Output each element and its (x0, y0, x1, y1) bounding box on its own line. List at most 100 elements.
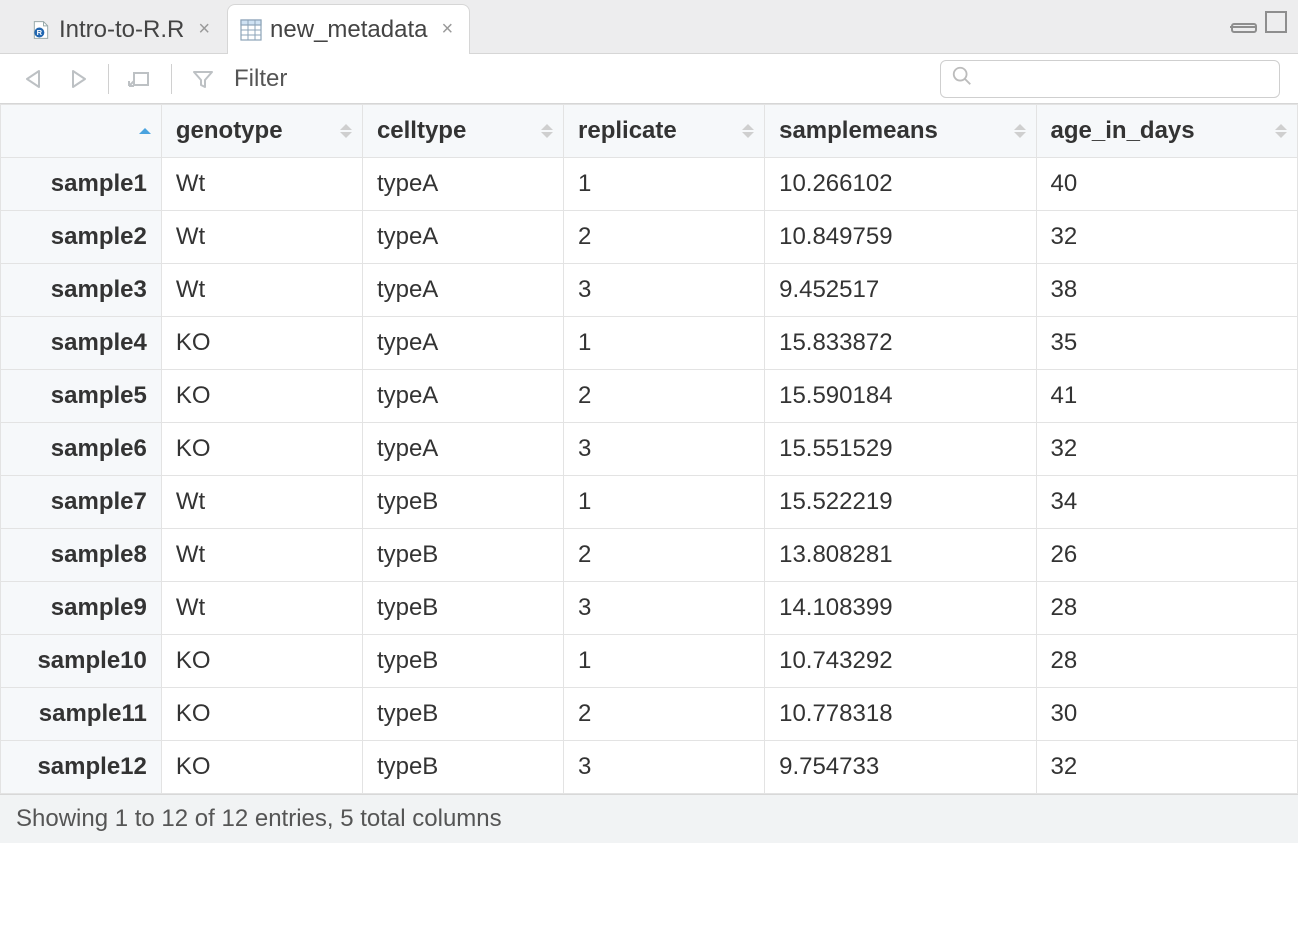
table-cell[interactable]: typeB (362, 635, 563, 688)
table-row[interactable]: sample4KOtypeA115.83387235 (1, 317, 1298, 370)
table-cell[interactable]: 10.849759 (765, 211, 1036, 264)
table-cell[interactable]: typeB (362, 582, 563, 635)
table-cell[interactable]: 2 (564, 211, 765, 264)
table-cell[interactable]: 30 (1036, 688, 1297, 741)
table-cell[interactable]: 28 (1036, 582, 1297, 635)
table-row[interactable]: sample10KOtypeB110.74329228 (1, 635, 1298, 688)
table-cell[interactable]: Wt (161, 211, 362, 264)
table-cell[interactable]: 10.778318 (765, 688, 1036, 741)
table-cell[interactable]: 32 (1036, 211, 1297, 264)
table-row[interactable]: sample9WttypeB314.10839928 (1, 582, 1298, 635)
table-cell[interactable]: 40 (1036, 158, 1297, 211)
close-icon[interactable]: × (442, 18, 454, 41)
row-name[interactable]: sample10 (1, 635, 162, 688)
maximize-pane-icon[interactable] (1264, 10, 1288, 40)
table-cell[interactable]: 10.743292 (765, 635, 1036, 688)
table-cell[interactable]: KO (161, 688, 362, 741)
table-cell[interactable]: 38 (1036, 264, 1297, 317)
table-cell[interactable]: 2 (564, 688, 765, 741)
table-cell[interactable]: 14.108399 (765, 582, 1036, 635)
table-cell[interactable]: typeA (362, 158, 563, 211)
filter-icon[interactable] (186, 63, 220, 95)
table-cell[interactable]: 34 (1036, 476, 1297, 529)
nav-back-button[interactable] (18, 63, 52, 95)
table-cell[interactable]: KO (161, 635, 362, 688)
table-cell[interactable]: KO (161, 317, 362, 370)
table-cell[interactable]: 2 (564, 529, 765, 582)
table-row[interactable]: sample7WttypeB115.52221934 (1, 476, 1298, 529)
filter-label[interactable]: Filter (234, 65, 287, 93)
table-cell[interactable]: KO (161, 370, 362, 423)
table-cell[interactable]: typeA (362, 264, 563, 317)
tab-intro-to-r[interactable]: R Intro-to-R.R × (18, 4, 227, 54)
table-cell[interactable]: typeA (362, 211, 563, 264)
column-header-celltype[interactable]: celltype (362, 105, 563, 158)
table-cell[interactable]: Wt (161, 158, 362, 211)
table-cell[interactable]: Wt (161, 264, 362, 317)
table-cell[interactable]: typeB (362, 688, 563, 741)
search-input[interactable] (981, 66, 1269, 91)
column-header-samplemeans[interactable]: samplemeans (765, 105, 1036, 158)
table-cell[interactable]: 32 (1036, 423, 1297, 476)
row-name[interactable]: sample6 (1, 423, 162, 476)
table-row[interactable]: sample8WttypeB213.80828126 (1, 529, 1298, 582)
table-cell[interactable]: Wt (161, 476, 362, 529)
table-row[interactable]: sample2WttypeA210.84975932 (1, 211, 1298, 264)
row-name[interactable]: sample4 (1, 317, 162, 370)
table-cell[interactable]: 32 (1036, 741, 1297, 794)
table-cell[interactable]: 3 (564, 423, 765, 476)
table-cell[interactable]: typeB (362, 529, 563, 582)
table-cell[interactable]: typeA (362, 423, 563, 476)
tab-new-metadata[interactable]: new_metadata × (227, 4, 470, 54)
table-row[interactable]: sample3WttypeA39.45251738 (1, 264, 1298, 317)
table-cell[interactable]: typeB (362, 741, 563, 794)
column-header-age-in-days[interactable]: age_in_days (1036, 105, 1297, 158)
row-name[interactable]: sample9 (1, 582, 162, 635)
table-row[interactable]: sample5KOtypeA215.59018441 (1, 370, 1298, 423)
search-box[interactable] (940, 60, 1280, 98)
table-cell[interactable]: 1 (564, 317, 765, 370)
minimize-pane-icon[interactable] (1230, 10, 1258, 40)
table-cell[interactable]: KO (161, 423, 362, 476)
rowname-header[interactable] (1, 105, 162, 158)
table-cell[interactable]: 26 (1036, 529, 1297, 582)
column-header-genotype[interactable]: genotype (161, 105, 362, 158)
table-cell[interactable]: 10.266102 (765, 158, 1036, 211)
row-name[interactable]: sample3 (1, 264, 162, 317)
table-cell[interactable]: 1 (564, 158, 765, 211)
table-cell[interactable]: 13.808281 (765, 529, 1036, 582)
table-row[interactable]: sample6KOtypeA315.55152932 (1, 423, 1298, 476)
table-cell[interactable]: 41 (1036, 370, 1297, 423)
table-cell[interactable]: 15.522219 (765, 476, 1036, 529)
table-cell[interactable]: KO (161, 741, 362, 794)
table-cell[interactable]: 3 (564, 264, 765, 317)
table-cell[interactable]: 3 (564, 582, 765, 635)
table-cell[interactable]: 15.833872 (765, 317, 1036, 370)
nav-forward-button[interactable] (60, 63, 94, 95)
row-name[interactable]: sample7 (1, 476, 162, 529)
row-name[interactable]: sample1 (1, 158, 162, 211)
table-cell[interactable]: 1 (564, 635, 765, 688)
row-name[interactable]: sample8 (1, 529, 162, 582)
popout-button[interactable] (123, 63, 157, 95)
table-cell[interactable]: 15.551529 (765, 423, 1036, 476)
table-cell[interactable]: 35 (1036, 317, 1297, 370)
table-cell[interactable]: 28 (1036, 635, 1297, 688)
table-cell[interactable]: 1 (564, 476, 765, 529)
row-name[interactable]: sample5 (1, 370, 162, 423)
table-row[interactable]: sample11KOtypeB210.77831830 (1, 688, 1298, 741)
close-icon[interactable]: × (198, 18, 210, 41)
table-cell[interactable]: Wt (161, 529, 362, 582)
table-cell[interactable]: typeA (362, 370, 563, 423)
table-cell[interactable]: typeB (362, 476, 563, 529)
table-cell[interactable]: Wt (161, 582, 362, 635)
table-cell[interactable]: 3 (564, 741, 765, 794)
table-cell[interactable]: 9.452517 (765, 264, 1036, 317)
table-row[interactable]: sample1WttypeA110.26610240 (1, 158, 1298, 211)
table-cell[interactable]: 9.754733 (765, 741, 1036, 794)
table-cell[interactable]: 2 (564, 370, 765, 423)
table-row[interactable]: sample12KOtypeB39.75473332 (1, 741, 1298, 794)
row-name[interactable]: sample12 (1, 741, 162, 794)
table-cell[interactable]: typeA (362, 317, 563, 370)
table-cell[interactable]: 15.590184 (765, 370, 1036, 423)
